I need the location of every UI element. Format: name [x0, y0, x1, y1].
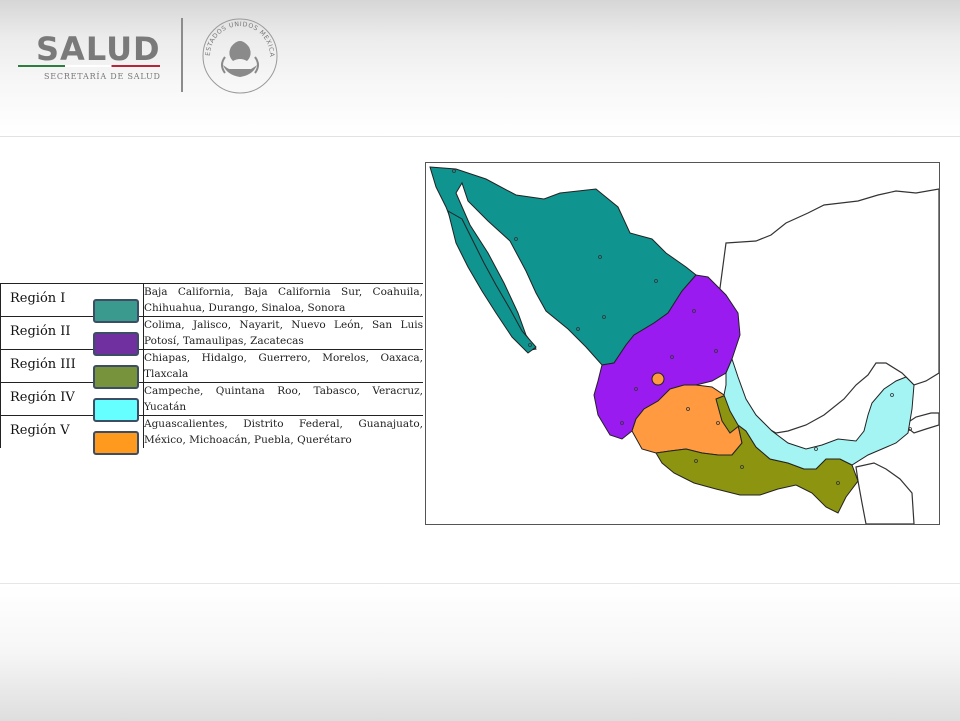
legend-region-cell: Región III	[0, 349, 144, 389]
footer-band	[0, 583, 960, 721]
region-legend-table: Región I Baja California, Baja California…	[0, 283, 423, 455]
region-states-text: Chiapas, Hidalgo, Guerrero, Morelos, Oax…	[143, 349, 423, 383]
legend-region-cell: Región IV	[0, 382, 144, 422]
legend-row: Región IV Campeche, Quintana Roo, Tabasco…	[0, 382, 423, 422]
region-color-swatch	[93, 431, 139, 455]
region-states-text: Campeche, Quintana Roo, Tabasco, Veracru…	[143, 382, 423, 416]
map-canvas	[429, 166, 939, 524]
legend-row: Región V Aguascalientes, Distrito Federal…	[0, 415, 423, 455]
region-states-text: Colima, Jalisco, Nayarit, Nuevo León, Sa…	[143, 316, 423, 350]
legend-region-cell: Región V	[0, 415, 144, 455]
region-states-text: Aguascalientes, Distrito Federal, Guanaj…	[144, 418, 423, 446]
region-states-text: Baja California, Baja California Sur, Co…	[143, 283, 423, 317]
aguascalientes-area	[651, 372, 665, 386]
logo-tricolor-rule	[18, 65, 160, 67]
mexico-regions-map	[425, 162, 940, 525]
national-seal-icon: ESTADOS UNIDOS MEXICANOS	[201, 17, 278, 94]
header-band: SALUD SECRETARÍA DE SALUD ESTADOS UNIDOS…	[0, 0, 960, 137]
legend-region-cell: Región II	[0, 316, 144, 356]
logo-divider	[181, 18, 183, 92]
legend-row: Región II Colima, Jalisco, Nayarit, Nuevo…	[0, 316, 423, 356]
logo-wordmark: SALUD	[36, 30, 161, 68]
logo-subtitle: SECRETARÍA DE SALUD	[44, 72, 161, 81]
central-america-land	[855, 462, 915, 524]
legend-row: Región I Baja California, Baja California…	[0, 283, 423, 323]
salud-logo: SALUD SECRETARÍA DE SALUD	[18, 30, 168, 86]
legend-region-cell: Región I	[0, 283, 144, 323]
legend-row: Región III Chiapas, Hidalgo, Guerrero, Mo…	[0, 349, 423, 389]
